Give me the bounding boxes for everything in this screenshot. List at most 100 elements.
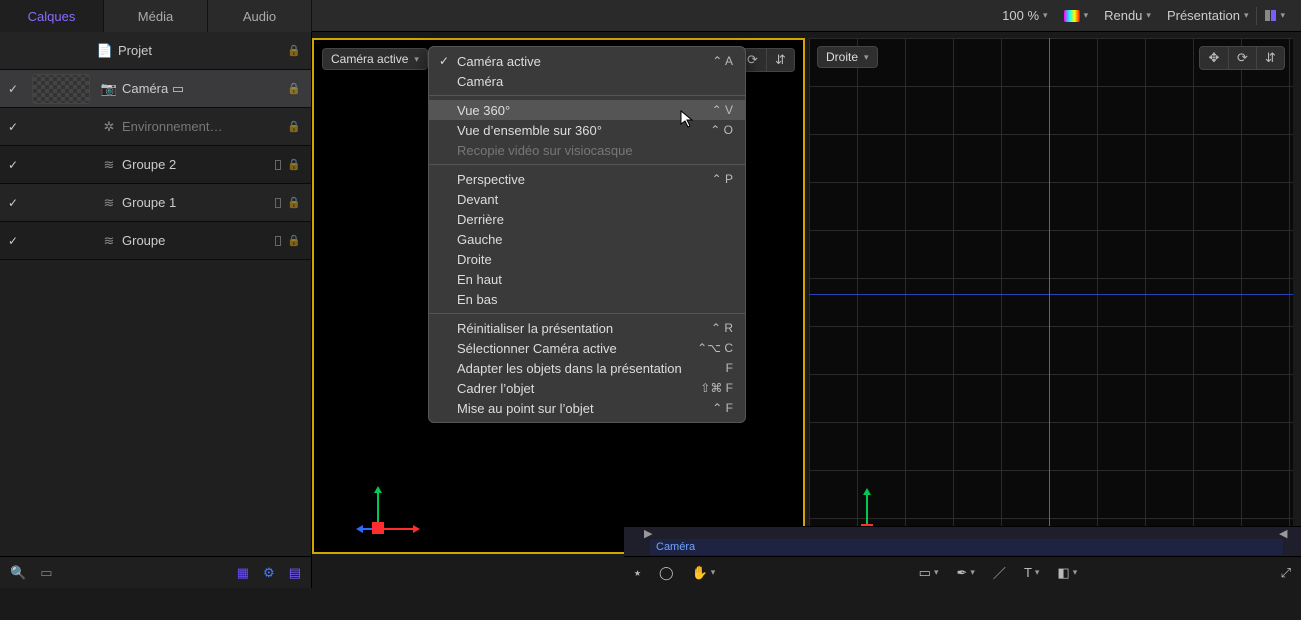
viewport-right[interactable]: Droite ▾ ✥ ⟳ ⇵ <box>809 38 1293 554</box>
menu-item-shortcut: ⌃ V <box>712 103 733 117</box>
timeline-clip[interactable]: Caméra <box>650 539 1283 555</box>
lock-icon[interactable]: 🔒 <box>287 44 301 57</box>
layout-menu[interactable]: ▾ <box>1257 0 1293 32</box>
menu-item[interactable]: Mise au point sur l’objet⌃ F <box>429 398 745 418</box>
timeline-start-handle[interactable]: ▶ <box>644 527 654 539</box>
render-label: Rendu <box>1104 8 1142 23</box>
layer-row[interactable]: ✓ 📷Caméra ▭ 🔒 <box>0 70 311 108</box>
menu-item[interactable]: Adapter les objets dans la présentationF <box>429 358 745 378</box>
menu-item[interactable]: Derrière <box>429 209 745 229</box>
layer-row[interactable]: ✓≋Groupe 2🔒 <box>0 146 311 184</box>
visibility-checkbox[interactable]: ✓ <box>0 196 26 210</box>
menu-item-shortcut: ⌃ R <box>711 321 733 335</box>
rect-tool-icon[interactable]: ▭ ▾ <box>919 565 939 581</box>
viewport-right-tools: ✥ ⟳ ⇵ <box>1199 46 1285 70</box>
camera-dropdown[interactable]: Caméra active ▾ <box>322 48 428 70</box>
visibility-checkbox[interactable]: ✓ <box>0 82 26 96</box>
chevron-down-icon: ▾ <box>1084 10 1089 21</box>
layers-panel: 📄Projet🔒✓📷Caméra ▭🔒✓✲Environnement…🔒✓≋Gr… <box>0 32 312 588</box>
tab-audio[interactable]: Audio <box>208 0 312 32</box>
menu-item[interactable]: Devant <box>429 189 745 209</box>
panel-tabs: Calques Média Audio <box>0 0 312 31</box>
visibility-checkbox[interactable]: ✓ <box>0 234 26 248</box>
dolly-tool-icon[interactable]: ⇵ <box>1256 47 1284 69</box>
fullscreen-icon[interactable]: ⤢ <box>1281 565 1291 581</box>
gear-icon[interactable]: ⚙ <box>263 565 275 581</box>
menu-item-shortcut: ⌃⌥ C <box>697 341 733 355</box>
lock-icon[interactable]: 🔒 <box>287 158 301 171</box>
menu-item-label: Vue d’ensemble sur 360° <box>457 123 602 138</box>
menu-item[interactable]: Vue 360° ⌃ V <box>429 100 745 120</box>
orbit-tool-icon[interactable]: ⟳ <box>1228 47 1256 69</box>
menu-item-shortcut: F <box>726 361 733 375</box>
menu-item-label: Perspective <box>457 172 525 187</box>
presentation-menu[interactable]: Présentation ▾ <box>1159 0 1257 32</box>
select-tool-icon[interactable]: ⭑ <box>634 565 641 581</box>
menu-item[interactable]: En bas <box>429 289 745 309</box>
layer-row[interactable]: ✓✲Environnement…🔒 <box>0 108 311 146</box>
clip-label: Caméra <box>656 541 695 553</box>
visibility-checkbox[interactable]: ✓ <box>0 158 26 172</box>
tab-calques[interactable]: Calques <box>0 0 104 32</box>
layers-footer: 🔍 ▭ ▦ ⚙ ▤ <box>0 556 311 588</box>
grid-toggle-icon[interactable]: ▦ <box>237 565 249 581</box>
lock-icon[interactable]: 🔒 <box>287 196 301 209</box>
lock-icon[interactable]: 🔒 <box>287 120 301 133</box>
menu-item-shortcut: ⌃ P <box>712 172 733 186</box>
layer-label: Groupe <box>118 233 267 248</box>
menu-item[interactable]: Vue d’ensemble sur 360°⌃ O <box>429 120 745 140</box>
text-tool-icon[interactable]: T ▾ <box>1024 565 1039 580</box>
zoom-level[interactable]: 100 % ▾ <box>994 0 1055 32</box>
menu-item[interactable]: Gauche <box>429 229 745 249</box>
stack-icon[interactable]: ▤ <box>289 565 301 581</box>
lock-icon[interactable]: 🔒 <box>287 234 301 247</box>
menu-item[interactable]: Réinitialiser la présentation⌃ R <box>429 318 745 338</box>
menu-item-shortcut: ⌃ A <box>712 54 733 68</box>
layer-row-tail: 🔒 <box>267 44 311 57</box>
orbit-tool-icon[interactable]: ◯ <box>659 565 674 581</box>
layer-row[interactable]: ✓≋Groupe 1🔒 <box>0 184 311 222</box>
viewport-grid <box>809 38 1293 554</box>
menu-item-label: Vue 360° <box>457 103 510 118</box>
menu-item[interactable]: Sélectionner Caméra active⌃⌥ C <box>429 338 745 358</box>
menu-item-label: Caméra <box>457 74 503 89</box>
menu-item[interactable]: Droite <box>429 249 745 269</box>
menu-item-label: Devant <box>457 192 498 207</box>
layer-row[interactable]: ✓ ≋Groupe 🔒 <box>0 222 311 260</box>
mini-timeline[interactable]: ▶ ◀ Caméra <box>624 526 1301 556</box>
menu-item[interactable]: Caméra <box>429 71 745 91</box>
mask-tool-icon[interactable]: ◧ ▾ <box>1057 565 1077 581</box>
hand-tool-icon[interactable]: ✋ ▾ <box>692 565 716 581</box>
dolly-tool-icon[interactable]: ⇵ <box>766 49 794 71</box>
timeline-end-handle[interactable]: ◀ <box>1279 527 1289 539</box>
layer-row[interactable]: 📄Projet🔒 <box>0 32 311 70</box>
camera-icon: 📷 <box>100 81 118 97</box>
menu-item[interactable]: En haut <box>429 269 745 289</box>
menu-item[interactable]: Cadrer l’objet⇧⌘ F <box>429 378 745 398</box>
axis-gizmo <box>352 482 404 534</box>
view-dropdown[interactable]: Droite ▾ <box>817 46 878 68</box>
layers-icon: ≋ <box>100 233 118 249</box>
color-swatch-menu[interactable]: ▾ <box>1056 0 1097 32</box>
zoom-label: 100 % <box>1002 8 1039 23</box>
tab-media[interactable]: Média <box>104 0 208 32</box>
pan-tool-icon[interactable]: ✥ <box>1200 47 1228 69</box>
chevron-down-icon: ▾ <box>864 52 869 63</box>
menu-separator <box>429 164 745 165</box>
pen-tool-icon[interactable]: ✒ ▾ <box>956 565 974 581</box>
layers-icon: ≋ <box>100 195 118 211</box>
menu-item: Recopie vidéo sur visiocasque <box>429 140 745 160</box>
filter-badge-icon <box>275 236 281 246</box>
brush-tool-icon[interactable]: ／ <box>993 563 1006 582</box>
fit-icon[interactable]: ▭ <box>40 565 52 581</box>
layer-label: Caméra ▭ <box>118 81 267 97</box>
menu-item[interactable]: Caméra active⌃ A <box>429 51 745 71</box>
lock-icon[interactable]: 🔒 <box>287 82 301 95</box>
menu-item-shortcut: ⇧⌘ F <box>700 381 733 395</box>
search-icon[interactable]: 🔍 <box>10 565 26 581</box>
visibility-checkbox[interactable]: ✓ <box>0 120 26 134</box>
menu-item[interactable]: Perspective ⌃ P <box>429 169 745 189</box>
top-menu: 100 % ▾ ▾ Rendu ▾ Présentation ▾ ▾ <box>994 0 1301 31</box>
panel-layout-icon <box>1265 10 1276 21</box>
render-menu[interactable]: Rendu ▾ <box>1096 0 1159 32</box>
